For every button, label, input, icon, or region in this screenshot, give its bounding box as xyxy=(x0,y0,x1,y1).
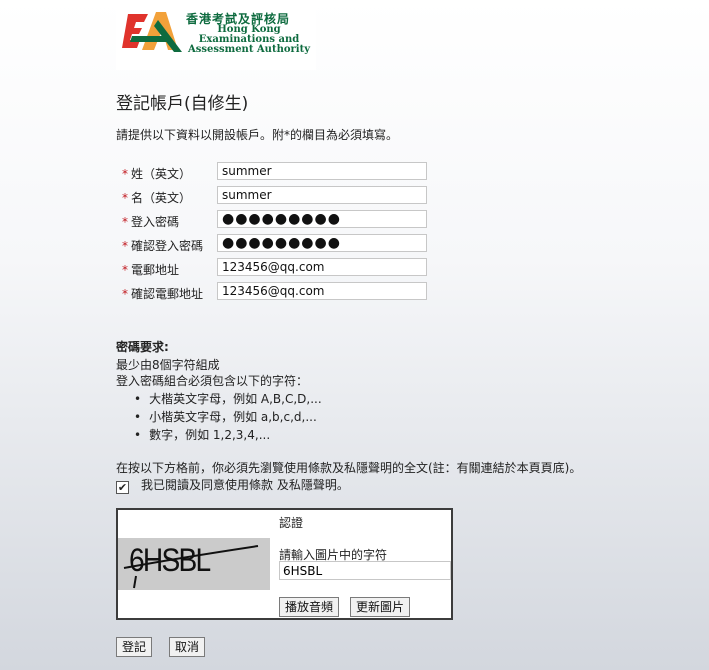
confirm-email-input[interactable] xyxy=(217,282,427,300)
password-rules-title: 密碼要求: xyxy=(116,340,169,354)
refresh-image-button[interactable]: 更新圖片 xyxy=(350,597,411,617)
play-audio-button[interactable]: 播放音頻 xyxy=(279,597,340,617)
page-intro: 請提供以下資料以開設帳戶。附*的欄目為必須填寫。 xyxy=(116,128,399,142)
first-name-input[interactable] xyxy=(217,186,427,204)
cancel-button[interactable]: 取消 xyxy=(169,637,206,657)
captcha-panel: 認證 6HSBL 請輸入圖片中的字符 播放音頻 更新圖片 xyxy=(116,508,453,620)
password-rule-list: 大楷英文字母，例如 A,B,C,D,... 小楷英文字母，例如 a,b,c,d,… xyxy=(134,390,322,444)
list-item: 大楷英文字母，例如 A,B,C,D,... xyxy=(134,390,322,408)
confirm-password-label: * 確認登入密碼 xyxy=(122,239,204,253)
captcha-noise-lines xyxy=(123,545,259,589)
last-name-label: * 姓（英文） xyxy=(122,167,192,181)
password-label: * 登入密碼 xyxy=(122,215,180,229)
register-button[interactable]: 登記 xyxy=(116,637,153,657)
list-item: 數字，例如 1,2,3,4,... xyxy=(134,426,322,444)
terms-notice: 在按以下方格前，你必須先瀏覽使用條款及私隱聲明的全文(註：有關連結於本頁頁底)。 xyxy=(116,461,582,475)
email-input[interactable] xyxy=(217,258,427,276)
list-item: 小楷英文字母，例如 a,b,c,d,... xyxy=(134,408,322,426)
password-input[interactable] xyxy=(217,210,427,228)
confirm-email-label: * 確認電郵地址 xyxy=(122,287,204,301)
password-rule-length: 最少由8個字符組成 xyxy=(116,358,220,372)
last-name-input[interactable] xyxy=(217,162,427,180)
email-label: * 電郵地址 xyxy=(122,263,180,277)
logo-english-name: Hong Kong Examinations and Assessment Au… xyxy=(187,24,311,55)
password-rule-composition: 登入密碼組合必須包含以下的字符： xyxy=(116,374,309,388)
agree-terms-label: 我已閱讀及同意使用條款 及私隱聲明。 xyxy=(141,478,349,492)
captcha-image: 6HSBL xyxy=(118,538,270,590)
captcha-input[interactable] xyxy=(279,561,451,580)
hkeaa-emblem-icon xyxy=(122,12,182,52)
first-name-label: * 名（英文） xyxy=(122,191,192,205)
hkeaa-logo: 香港考試及評核局 Hong Kong Examinations and Asse… xyxy=(116,0,316,70)
confirm-password-input[interactable] xyxy=(217,234,427,252)
agree-terms-row: ✔ 我已閱讀及同意使用條款 及私隱聲明。 xyxy=(116,476,349,494)
page-title: 登記帳戶(自修生) xyxy=(116,94,249,114)
agree-terms-checkbox[interactable]: ✔ xyxy=(116,481,129,494)
captcha-title: 認證 xyxy=(279,516,304,530)
